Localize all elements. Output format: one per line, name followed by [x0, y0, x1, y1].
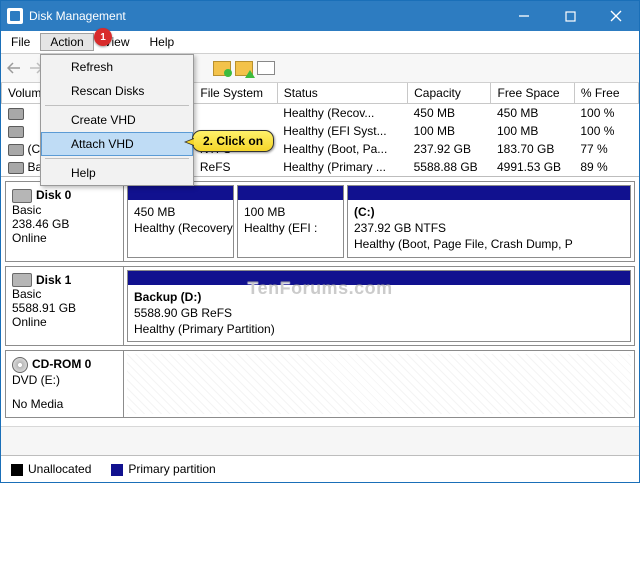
menu-help[interactable]: Help	[140, 33, 185, 51]
legend-primary: Primary partition	[111, 462, 215, 476]
partition[interactable]: 100 MBHealthy (EFI :	[237, 185, 344, 258]
window-title: Disk Management	[29, 9, 501, 23]
properties-icon[interactable]	[257, 59, 275, 77]
menu-attach-vhd[interactable]: Attach VHD 2. Click on	[41, 132, 193, 156]
col-capacity[interactable]: Capacity	[408, 83, 491, 104]
square-icon	[111, 464, 123, 476]
menu-attach-vhd-label: Attach VHD	[71, 137, 134, 151]
partition[interactable]: 450 MBHealthy (Recovery	[127, 185, 234, 258]
disk-icon	[12, 357, 28, 373]
volume-icon	[8, 108, 24, 120]
partition-header	[128, 271, 630, 285]
menu-refresh[interactable]: Refresh	[41, 55, 193, 79]
col-filesystem[interactable]: File System	[194, 83, 277, 104]
open-folder-icon[interactable]	[235, 59, 253, 77]
menu-bar: File Action View Help 1	[1, 31, 639, 54]
volume-icon	[8, 126, 24, 138]
disk-row[interactable]: Disk 1 Basic5588.91 GBOnline Backup (D:)…	[5, 266, 635, 347]
legend-unallocated: Unallocated	[11, 462, 91, 476]
menu-action[interactable]: Action	[40, 33, 93, 51]
disk-info: Disk 0 Basic238.46 GBOnline	[6, 182, 124, 261]
disk-management-window: Disk Management File Action View Help 1 …	[0, 0, 640, 483]
menu-rescan-disks[interactable]: Rescan Disks	[41, 79, 193, 103]
maximize-button[interactable]	[547, 1, 593, 31]
annotation-step-1: 1	[94, 28, 112, 46]
titlebar[interactable]: Disk Management	[1, 1, 639, 31]
legend: Unallocated Primary partition	[1, 455, 639, 482]
volume-icon	[8, 162, 24, 174]
disk-icon	[12, 189, 32, 203]
minimize-button[interactable]	[501, 1, 547, 31]
bottom-scroll-area	[1, 426, 639, 455]
col-status[interactable]: Status	[277, 83, 407, 104]
menu-separator	[45, 158, 189, 159]
new-folder-icon[interactable]	[213, 59, 231, 77]
action-menu-dropdown: Refresh Rescan Disks Create VHD Attach V…	[40, 54, 194, 186]
partition-header	[128, 186, 233, 200]
empty-partition-area	[127, 354, 631, 414]
disk-info: Disk 1 Basic5588.91 GBOnline	[6, 267, 124, 346]
col-percent-free[interactable]: % Free	[574, 83, 638, 104]
disk-row[interactable]: Disk 0 Basic238.46 GBOnline 450 MBHealth…	[5, 181, 635, 262]
menu-help-item[interactable]: Help	[41, 161, 193, 185]
annotation-step-2: 2. Click on	[192, 130, 274, 152]
menu-separator	[45, 105, 189, 106]
close-button[interactable]	[593, 1, 639, 31]
disk-graphical-view: Disk 0 Basic238.46 GBOnline 450 MBHealth…	[1, 176, 639, 426]
menu-create-vhd[interactable]: Create VHD	[41, 108, 193, 132]
app-icon	[7, 8, 23, 24]
toolbar: Refresh Rescan Disks Create VHD Attach V…	[1, 54, 639, 83]
col-free-space[interactable]: Free Space	[491, 83, 574, 104]
disk-row[interactable]: CD-ROM 0 DVD (E:)No Media	[5, 350, 635, 418]
volume-icon	[8, 144, 24, 156]
back-icon[interactable]	[5, 59, 23, 77]
disk-info: CD-ROM 0 DVD (E:)No Media	[6, 351, 124, 417]
partition-header	[348, 186, 630, 200]
square-icon	[11, 464, 23, 476]
menu-file[interactable]: File	[1, 33, 40, 51]
partition[interactable]: Backup (D:)5588.90 GB ReFSHealthy (Prima…	[127, 270, 631, 343]
partition-header	[238, 186, 343, 200]
partition[interactable]: (C:)237.92 GB NTFSHealthy (Boot, Page Fi…	[347, 185, 631, 258]
disk-icon	[12, 273, 32, 287]
